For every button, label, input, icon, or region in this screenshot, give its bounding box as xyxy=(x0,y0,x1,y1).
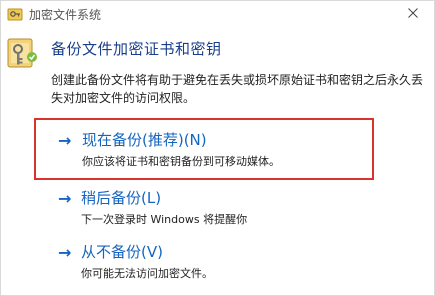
backup-later-title[interactable]: 稍后备份(L) xyxy=(81,187,161,208)
close-button[interactable] xyxy=(398,2,428,24)
backup-now-subtitle: 你应该将证书和密钥备份到可移动媒体。 xyxy=(82,155,280,168)
close-icon xyxy=(408,8,418,18)
arrow-right-icon: → xyxy=(58,189,72,208)
backup-now-title[interactable]: 现在备份(推荐)(N) xyxy=(82,129,207,150)
key-certificate-icon xyxy=(7,38,37,68)
arrow-right-icon: → xyxy=(58,131,72,150)
efs-dialog-window: 加密文件系统 备份文件加密证书和密钥 创建此备份文件将有助于避免在丢失或损坏原始… xyxy=(0,0,435,296)
never-backup-option[interactable]: → 从不备份(V) 你可能无法访问加密文件。 xyxy=(51,241,381,281)
description-text: 创建此备份文件将有助于避免在丢失或损坏原始证书和密钥之后永久丢失对加密文件的访问… xyxy=(51,73,424,105)
title-bar[interactable]: 加密文件系统 xyxy=(1,1,434,27)
never-backup-subtitle: 你可能无法访问加密文件。 xyxy=(81,267,213,280)
backup-later-option[interactable]: → 稍后备份(L) 下一次登录时 Windows 将提醒你 xyxy=(51,187,381,227)
backup-now-option[interactable]: → 现在备份(推荐)(N) 你应该将证书和密钥备份到可移动媒体。 xyxy=(34,118,374,180)
page-heading: 备份文件加密证书和密钥 xyxy=(51,40,222,58)
backup-later-subtitle: 下一次登录时 Windows 将提醒你 xyxy=(81,213,248,226)
never-backup-title[interactable]: 从不备份(V) xyxy=(81,241,163,262)
efs-key-icon xyxy=(7,8,23,21)
window-title: 加密文件系统 xyxy=(29,8,102,22)
arrow-right-icon: → xyxy=(58,243,72,262)
